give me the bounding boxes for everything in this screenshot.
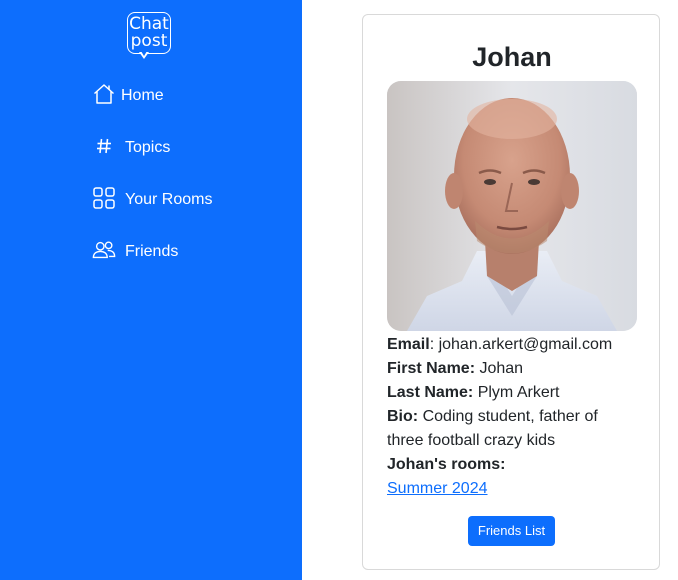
bio-row: Bio: Coding student, father of three foo…	[387, 405, 637, 453]
room-link[interactable]: Summer 2024	[387, 480, 488, 497]
last-name-row: Last Name: Plym Arkert	[387, 381, 637, 405]
profile-info: Email: johan.arkert@gmail.com First Name…	[387, 333, 637, 501]
profile-card: Johan Email: johan.arkert@gmail.com Firs…	[362, 14, 660, 570]
last-name-label: Last Name:	[387, 384, 474, 401]
email-label: Email	[387, 336, 430, 353]
first-name-label: First Name:	[387, 360, 476, 377]
email-row: Email: johan.arkert@gmail.com	[387, 336, 613, 353]
logo-line-2: post	[130, 31, 168, 51]
sidebar: Chat post Home Topics Your Rooms Friends	[0, 0, 302, 580]
last-name-value: Plym Arkert	[477, 384, 560, 401]
rooms-heading: Johan's rooms:	[387, 453, 637, 477]
house-icon	[92, 82, 116, 106]
app: Chat post Home Topics Your Rooms Friends…	[0, 0, 678, 580]
sidebar-item-label: Your Rooms	[125, 191, 213, 208]
people-icon	[92, 238, 116, 262]
profile-name: Johan	[472, 42, 552, 72]
rooms-list: Summer 2024	[387, 477, 637, 501]
first-name-value: Johan	[479, 360, 524, 377]
friends-list-button[interactable]: Friends List	[468, 516, 555, 546]
grid-icon	[92, 186, 116, 210]
bio-value: Coding student, father of three football…	[387, 408, 598, 449]
sidebar-item-label: Home	[121, 87, 164, 104]
profile-photo	[387, 81, 637, 331]
chatpost-logo[interactable]: Chat post	[127, 12, 174, 61]
rooms-label: Johan's rooms:	[387, 456, 506, 473]
sidebar-item-label: Topics	[125, 139, 171, 156]
email-value: johan.arkert@gmail.com	[438, 336, 613, 353]
first-name-row: First Name: Johan	[387, 357, 637, 381]
hash-icon	[92, 134, 116, 158]
bio-label: Bio:	[387, 408, 419, 425]
sidebar-item-label: Friends	[125, 243, 179, 260]
